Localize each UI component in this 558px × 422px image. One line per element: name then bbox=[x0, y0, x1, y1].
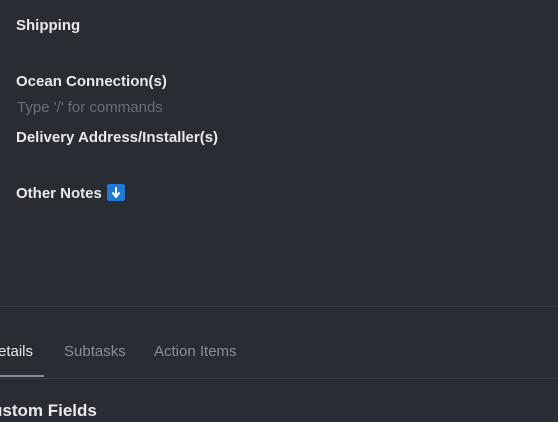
task-tabs: etails Subtasks Action Items bbox=[0, 324, 558, 378]
heading-ocean-connections[interactable]: Ocean Connection(s) bbox=[16, 72, 167, 92]
heading-other-notes: Other Notes bbox=[16, 185, 102, 202]
divider bbox=[0, 378, 558, 379]
down-arrow-emoji-icon bbox=[106, 184, 125, 201]
heading-delivery-address[interactable]: Delivery Address/Installer(s) bbox=[16, 128, 218, 148]
divider bbox=[0, 306, 558, 307]
active-tab-indicator bbox=[0, 375, 44, 377]
heading-shipping[interactable]: Shipping bbox=[16, 16, 80, 36]
command-placeholder[interactable]: Type '/' for commands bbox=[17, 98, 163, 118]
heading-other-notes-row[interactable]: Other Notes bbox=[16, 184, 125, 204]
tab-details[interactable]: etails bbox=[0, 342, 33, 362]
tab-action-items[interactable]: Action Items bbox=[154, 342, 237, 362]
tab-subtasks[interactable]: Subtasks bbox=[64, 342, 126, 362]
section-title-custom-fields: ustom Fields bbox=[0, 401, 97, 420]
